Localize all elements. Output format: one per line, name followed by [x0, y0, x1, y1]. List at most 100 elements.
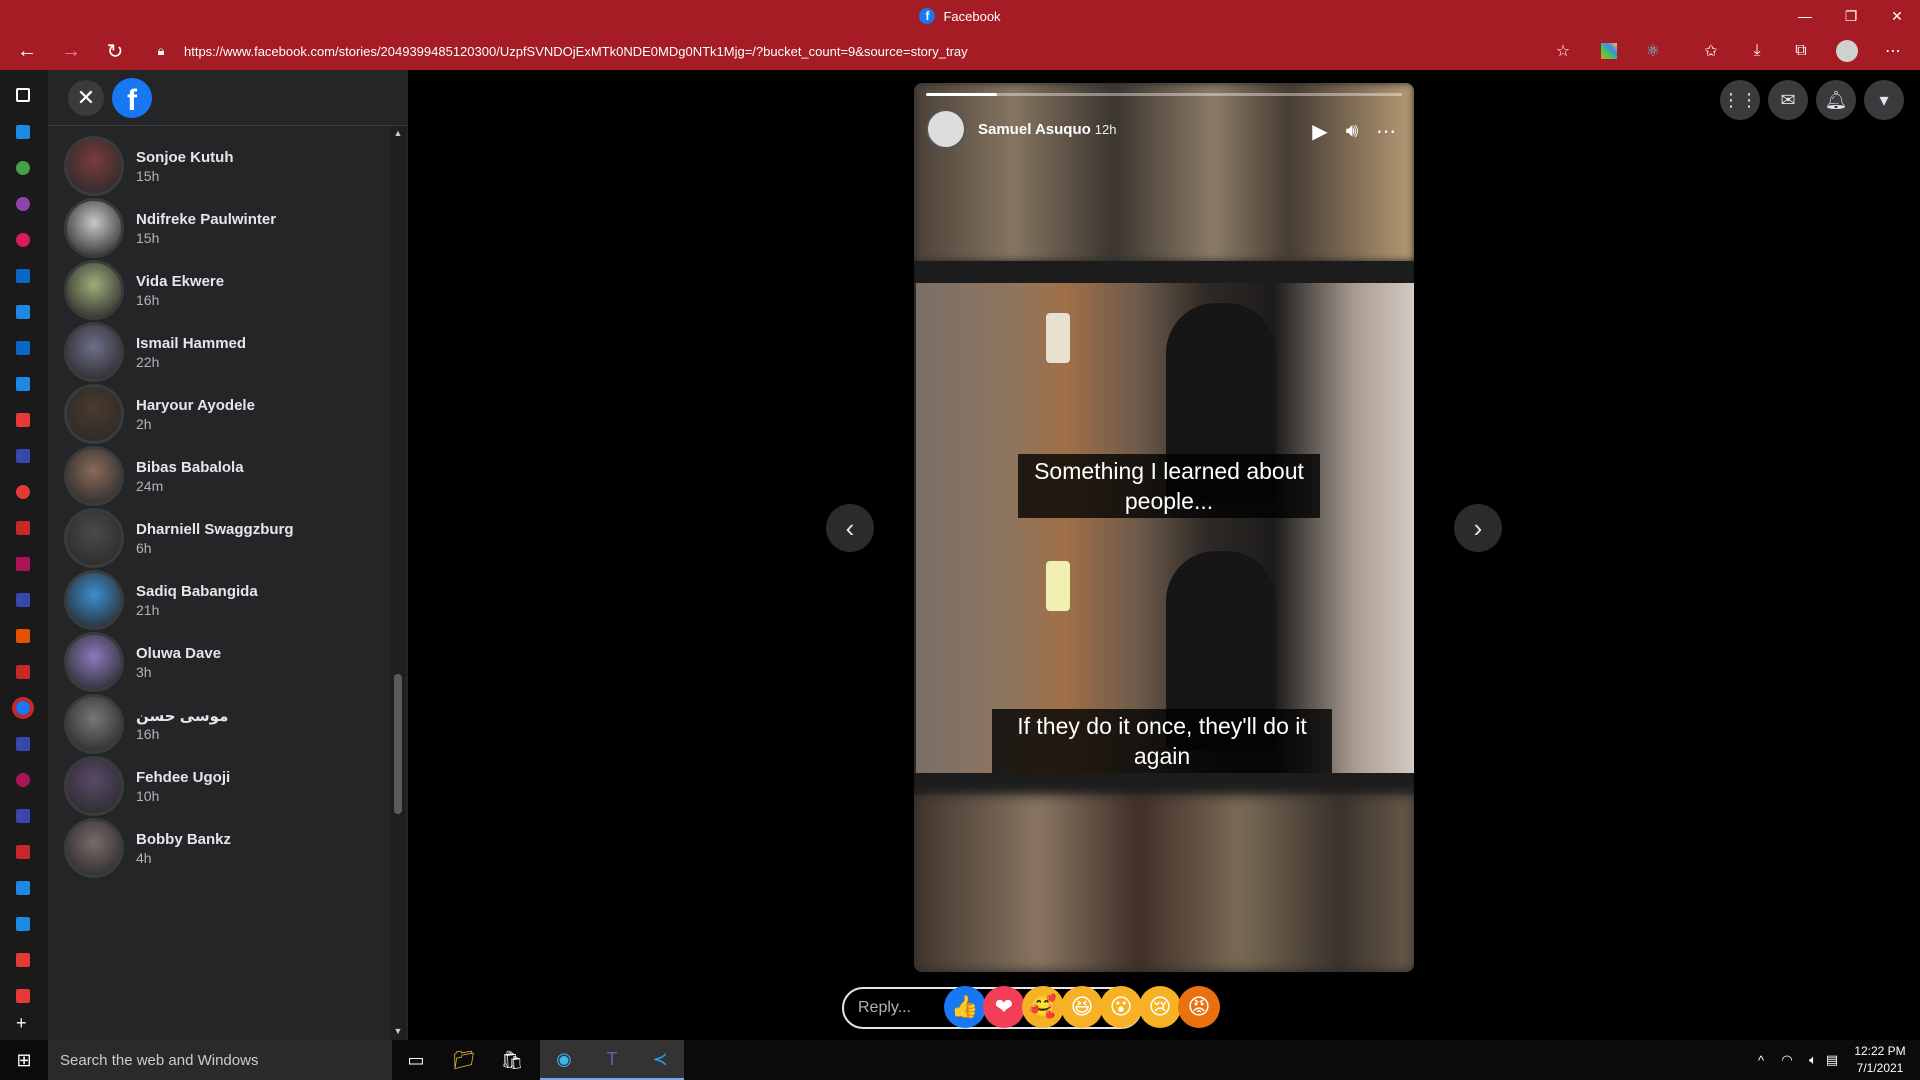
downloads-icon[interactable]: ⤓ — [1746, 40, 1768, 62]
facebook-icon[interactable] — [12, 697, 34, 719]
next-story-button[interactable]: › — [1454, 504, 1502, 552]
close-icon[interactable]: ✕ — [68, 80, 104, 116]
youtube-icon[interactable] — [16, 413, 30, 427]
network-icon[interactable]: ◠ — [1774, 1040, 1800, 1080]
avatar[interactable] — [64, 632, 124, 692]
story-author-name[interactable]: موسى حسن — [136, 707, 228, 725]
document-icon[interactable] — [16, 521, 30, 535]
vscode-icon[interactable]: ≺ — [636, 1040, 684, 1080]
linkedin-icon[interactable] — [16, 341, 30, 355]
favorites-icon[interactable]: ✩ — [1700, 40, 1722, 62]
avatar[interactable] — [64, 198, 124, 258]
minimize-button[interactable]: — — [1782, 0, 1828, 32]
story-author-name[interactable]: Ismail Hammed — [136, 335, 246, 352]
story-list-item[interactable]: Bobby Bankz 4h — [48, 810, 388, 886]
bing-icon[interactable] — [16, 809, 30, 823]
author-name[interactable]: Samuel Asuquo — [978, 121, 1091, 138]
add-favorite-icon[interactable]: ☆ — [1552, 40, 1574, 62]
messenger-icon[interactable]: ✉ — [1768, 80, 1808, 120]
scrollbar-thumb[interactable] — [394, 674, 402, 814]
back-icon[interactable]: ← — [12, 36, 42, 66]
app-icon[interactable] — [16, 233, 30, 247]
angry-reaction-icon[interactable]: 😡 — [1178, 986, 1220, 1028]
care-reaction-icon[interactable]: 🥰 — [1022, 986, 1064, 1028]
like-reaction-icon[interactable]: 👍 — [944, 986, 986, 1028]
avatar[interactable] — [64, 694, 124, 754]
taskbar-search[interactable]: Search the web and Windows — [48, 1040, 392, 1080]
extension-react-icon[interactable]: ⚛ — [1642, 40, 1664, 62]
bing-icon[interactable] — [16, 737, 30, 751]
refresh-icon[interactable]: ↻ — [100, 36, 130, 66]
story-author-name[interactable]: Ndifreke Paulwinter — [136, 211, 276, 228]
story-author-name[interactable]: Bobby Bankz — [136, 831, 231, 848]
extension-color-icon[interactable] — [1598, 40, 1620, 62]
story-card[interactable]: Something I learned about people... If t… — [914, 83, 1414, 972]
play-icon[interactable]: ▶ — [1306, 117, 1334, 145]
story-author-name[interactable]: Sadiq Babangida — [136, 583, 258, 600]
scroll-up-icon[interactable]: ▲ — [392, 128, 404, 140]
task-view-icon[interactable]: ▭ — [392, 1040, 440, 1080]
story-author-name[interactable]: Dharniell Swaggzburg — [136, 521, 294, 538]
profile-icon[interactable] — [1836, 40, 1858, 62]
whatsapp-icon[interactable] — [16, 161, 30, 175]
collections-icon[interactable]: ⧉ — [1790, 40, 1812, 62]
app-icon[interactable] — [16, 881, 30, 895]
app-icon[interactable] — [16, 305, 30, 319]
story-author-name[interactable]: Vida Ekwere — [136, 273, 224, 290]
avatar[interactable] — [64, 570, 124, 630]
avatar[interactable] — [64, 384, 124, 444]
avatar[interactable] — [64, 446, 124, 506]
app-icon[interactable] — [16, 629, 30, 643]
account-menu-icon[interactable]: ▾ — [1864, 80, 1904, 120]
scroll-down-icon[interactable]: ▼ — [392, 1026, 404, 1038]
document-icon[interactable] — [16, 665, 30, 679]
love-reaction-icon[interactable]: ❤ — [983, 986, 1025, 1028]
pocket-icon[interactable] — [16, 989, 30, 1003]
story-author-name[interactable]: Oluwa Dave — [136, 645, 221, 662]
sidebar-scrollbar[interactable]: ▲ ▼ — [390, 126, 406, 1040]
story-author-name[interactable]: Sonjoe Kutuh — [136, 149, 234, 166]
teams-icon[interactable]: T — [588, 1040, 636, 1080]
file-explorer-icon[interactable]: 📁︎ — [440, 1040, 488, 1080]
app-icon[interactable] — [16, 377, 30, 391]
more-options-icon[interactable]: ⋯ — [1882, 40, 1904, 62]
store-icon[interactable]: 🛍︎ — [488, 1040, 536, 1080]
edge-icon[interactable]: ◉ — [540, 1040, 588, 1080]
haha-reaction-icon[interactable]: 😆 — [1061, 986, 1103, 1028]
story-author-name[interactable]: Bibas Babalola — [136, 459, 244, 476]
avatar[interactable] — [64, 818, 124, 878]
url-text[interactable]: https://www.facebook.com/stories/2049399… — [184, 44, 968, 59]
forward-icon[interactable]: → — [56, 36, 86, 66]
avatar[interactable] — [64, 136, 124, 196]
menu-grid-icon[interactable]: ⋮⋮ — [1720, 80, 1760, 120]
taskbar-clock[interactable]: 12:22 PM 7/1/2021 — [1840, 1043, 1920, 1077]
app-icon[interactable] — [16, 773, 30, 787]
maximize-button[interactable]: ❐ — [1828, 0, 1874, 32]
app-icon[interactable] — [16, 485, 30, 499]
avatar[interactable] — [64, 508, 124, 568]
lock-icon[interactable]: 🔒︎ — [146, 43, 176, 59]
volume-icon[interactable]: 🔊︎ — [1338, 117, 1366, 145]
tray-overflow-icon[interactable]: ^ — [1748, 1040, 1774, 1080]
app-icon[interactable] — [16, 917, 30, 931]
facebook-logo-icon[interactable]: f — [112, 78, 152, 118]
bing-icon[interactable] — [16, 593, 30, 607]
home-icon[interactable] — [16, 557, 30, 571]
app-icon[interactable] — [16, 197, 30, 211]
avatar[interactable] — [64, 260, 124, 320]
avatar[interactable] — [64, 322, 124, 382]
notifications-icon[interactable]: 🔔︎ — [1816, 80, 1856, 120]
bing-icon[interactable] — [16, 449, 30, 463]
address-bar[interactable]: 🔒︎ https://www.facebook.com/stories/2049… — [146, 36, 1581, 66]
previous-story-button[interactable]: ‹ — [826, 504, 874, 552]
story-author-name[interactable]: Haryour Ayodele — [136, 397, 255, 414]
linkedin-icon[interactable] — [16, 269, 30, 283]
avatar[interactable] — [64, 756, 124, 816]
story-author-name[interactable]: Fehdee Ugoji — [136, 769, 230, 786]
pocket-icon[interactable] — [16, 953, 30, 967]
app-icon[interactable] — [16, 125, 30, 139]
tab-actions-icon[interactable] — [16, 88, 30, 102]
story-author[interactable]: Samuel Asuquo 12h — [978, 121, 1117, 138]
app-icon[interactable] — [16, 845, 30, 859]
sad-reaction-icon[interactable]: 😢 — [1139, 986, 1181, 1028]
